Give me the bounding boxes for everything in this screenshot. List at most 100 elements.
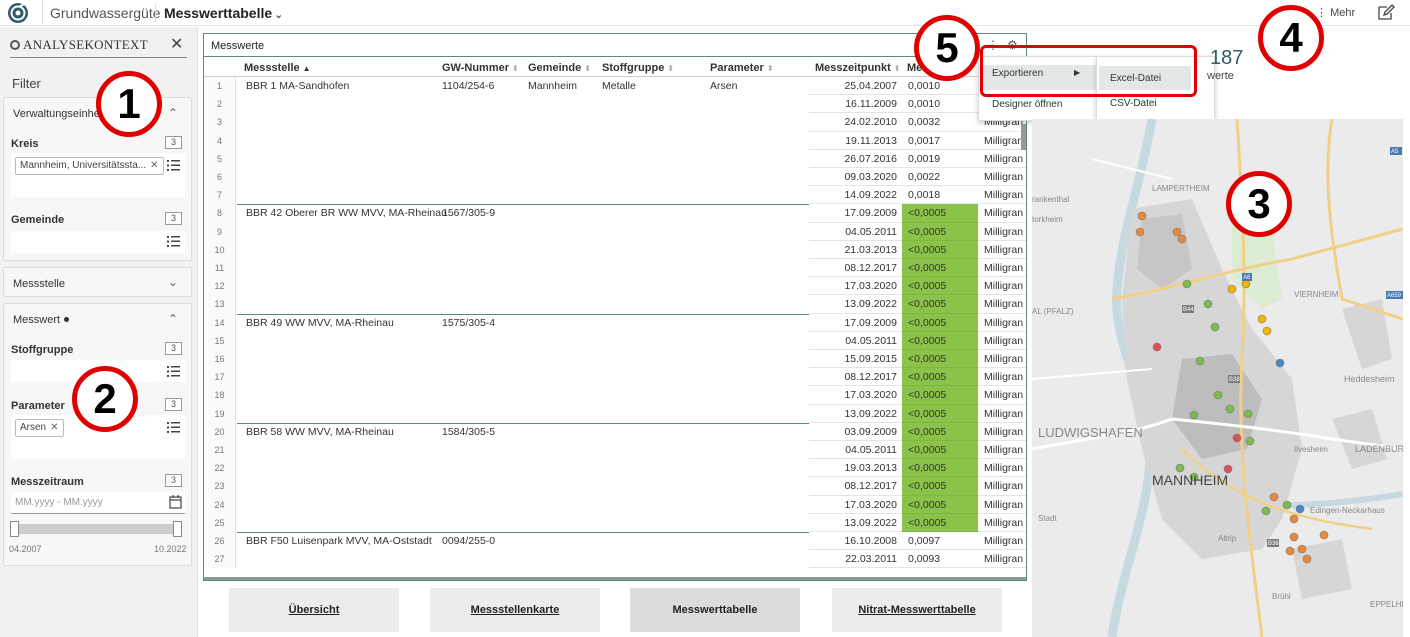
column-header-stoffgruppe[interactable]: Stoffgruppe ⬍ xyxy=(602,62,674,74)
summary-label: werte xyxy=(1207,70,1234,82)
kreis-select[interactable]: Mannheim, Universitätssta... ✕ xyxy=(11,153,185,197)
nav-nitrat-button[interactable]: Nitrat-Messwerttabelle xyxy=(832,588,1002,632)
column-header-parameter[interactable]: Parameter ⬍ xyxy=(710,62,774,74)
row-number: 27 xyxy=(204,550,236,569)
gemeinde-select[interactable] xyxy=(11,231,185,253)
edit-icon[interactable] xyxy=(1377,4,1395,22)
chevron-down-icon[interactable]: ⌄ xyxy=(168,275,178,289)
table-row[interactable]: 11 08.12.2017 <0,0005 Milligran xyxy=(204,259,1026,278)
table-row[interactable]: 125.04.20070,0010MilligranBBR 1 MA-Sandh… xyxy=(204,77,1026,96)
table-row[interactable]: 21 04.05.2011 <0,0005 Milligran xyxy=(204,441,1026,460)
list-icon[interactable] xyxy=(167,366,180,377)
cell-messwert: <0,0005 xyxy=(902,259,978,278)
column-header-gw-nummer[interactable]: GW-Nummer ⬍ xyxy=(442,62,519,74)
cell-einheit: Milligran xyxy=(978,132,1026,150)
horizontal-scrollbar[interactable] xyxy=(204,577,1026,580)
remove-icon[interactable]: ✕ xyxy=(50,422,58,433)
table-row[interactable]: 17 08.12.2017 <0,0005 Milligran xyxy=(204,368,1026,387)
map-label-torkheim: torkheim xyxy=(1032,215,1063,224)
app-logo-icon[interactable] xyxy=(7,2,29,24)
map-road-b36: B36 xyxy=(1268,541,1279,547)
table-row[interactable]: 26 16.10.2008 0,0097 Milligran BBR F50 Luise… xyxy=(204,532,1026,551)
cell-messzeitpunkt: 26.07.2016 xyxy=(809,150,902,168)
cell-einheit: Milligran xyxy=(978,405,1026,423)
cell-messwert: <0,0005 xyxy=(902,513,978,532)
date-range-slider[interactable] xyxy=(10,521,182,537)
cell-messwert: <0,0005 xyxy=(902,422,978,441)
map-label-ladenburg: LADENBUR xyxy=(1355,444,1403,454)
more-menu-button[interactable]: ⋮ Mehr xyxy=(1316,6,1355,19)
monitoring-map[interactable]: LAMPERTHEIM VIERNHEIM Heddesheim LUDWIGS… xyxy=(1032,119,1403,637)
annotation-1: 1 xyxy=(96,71,162,137)
table-row[interactable]: 24 17.03.2020 <0,0005 Milligran xyxy=(204,495,1026,514)
panel-title: ANALYSEKONTEXT xyxy=(10,37,148,53)
list-icon[interactable] xyxy=(167,422,180,433)
map-label-heddesheim: Heddesheim xyxy=(1344,374,1395,384)
row-number: 16 xyxy=(204,350,236,369)
table-row[interactable]: 22 19.03.2013 <0,0005 Milligran xyxy=(204,459,1026,478)
slider-handle-end[interactable] xyxy=(173,521,182,537)
table-row[interactable]: 6 09.03.2020 0,0022 Milligran xyxy=(204,168,1026,187)
chevron-up-icon[interactable]: ⌃ xyxy=(168,312,178,326)
slider-handle-start[interactable] xyxy=(10,521,19,537)
column-header-messstelle[interactable]: Messstelle ▲ xyxy=(244,62,311,74)
table-row[interactable]: 15 04.05.2011 <0,0005 Milligran xyxy=(204,331,1026,350)
cell-gw-nummer: 1567/305-9 xyxy=(442,207,496,220)
cell-messwert: <0,0005 xyxy=(902,295,978,314)
app-title[interactable]: Grundwassergüte xyxy=(50,5,161,21)
nav-messwerttabelle-button[interactable]: Messwerttabelle xyxy=(630,588,800,632)
menu-item-designer[interactable]: Designer öffnen xyxy=(992,99,1062,110)
cell-messzeitpunkt: 03.09.2009 xyxy=(809,423,902,441)
cell-einheit: Milligran xyxy=(978,532,1026,551)
map-canvas[interactable]: LAMPERTHEIM VIERNHEIM Heddesheim LUDWIGS… xyxy=(1032,119,1403,637)
cell-messstelle: BBR 49 WW MVV, MA-Rheinau xyxy=(246,316,394,329)
chevron-up-icon[interactable]: ⌃ xyxy=(168,106,178,120)
cell-messstelle: BBR F50 Luisenpark MVV, MA-Oststadt xyxy=(246,535,432,547)
kreis-chip[interactable]: Mannheim, Universitätssta... ✕ xyxy=(15,157,164,175)
table-row[interactable]: 25 13.09.2022 <0,0005 Milligran xyxy=(204,513,1026,532)
table-row[interactable]: 19 13.09.2022 <0,0005 Milligran xyxy=(204,404,1026,423)
page-title: Messwerttabelle xyxy=(164,5,273,21)
menu-item-csv[interactable]: CSV-Datei xyxy=(1110,98,1157,109)
calendar-icon[interactable] xyxy=(169,495,182,509)
topbar-divider xyxy=(42,0,43,26)
nav-messstellenkarte-button[interactable]: Messstellenkarte xyxy=(430,588,600,632)
table-row[interactable]: 14 17.09.2009 <0,0005 Milligran BBR 49 WW MV… xyxy=(204,313,1026,332)
page-title-dropdown[interactable]: Messwerttabelle ⌄ xyxy=(164,5,283,21)
nav-uebersicht-button[interactable]: Übersicht xyxy=(229,588,399,632)
cell-einheit: Milligran xyxy=(978,423,1026,441)
map-label-ludwigshafen: LUDWIGSHAFEN xyxy=(1038,425,1143,440)
cell-gemeinde: Mannheim xyxy=(528,80,578,92)
cell-messwert: 0,0022 xyxy=(902,168,978,187)
table-row[interactable]: 216.11.20090,0010Milligran xyxy=(204,95,1026,114)
table-row[interactable]: 5 26.07.2016 0,0019 Milligran xyxy=(204,149,1026,168)
table-row[interactable]: 18 17.03.2020 <0,0005 Milligran xyxy=(204,386,1026,405)
column-header-gemeinde[interactable]: Gemeinde ⬍ xyxy=(528,62,591,74)
table-row[interactable]: 23 08.12.2017 <0,0005 Milligran xyxy=(204,477,1026,496)
parameter-chip[interactable]: Arsen ✕ xyxy=(15,419,64,437)
list-icon[interactable] xyxy=(167,236,180,247)
list-icon[interactable] xyxy=(167,160,180,171)
table-row[interactable]: 9 04.05.2011 <0,0005 Milligran xyxy=(204,222,1026,241)
table-row[interactable]: 3 24.02.2010 0,0032 Milligran xyxy=(204,113,1026,132)
close-icon[interactable]: ✕ xyxy=(170,34,183,54)
table-row[interactable]: 7 14.09.2022 0,0018 Milligran xyxy=(204,186,1026,205)
parameter-label: Parameter xyxy=(11,400,65,412)
table-row[interactable]: 4 19.11.2013 0,0017 Milligran xyxy=(204,131,1026,150)
column-header-messzeitpunkt[interactable]: Messzeitpunkt ⬍ xyxy=(815,62,901,74)
cell-messwert: <0,0005 xyxy=(902,477,978,496)
table-row[interactable]: 10 21.03.2013 <0,0005 Milligran xyxy=(204,240,1026,259)
sort-icon: ⬍ xyxy=(893,64,901,73)
table-row[interactable]: 20 03.09.2009 <0,0005 Milligran BBR 58 WW MV… xyxy=(204,422,1026,441)
row-number: 22 xyxy=(204,459,236,478)
table-row[interactable]: 12 17.03.2020 <0,0005 Milligran xyxy=(204,277,1026,296)
row-number: 14 xyxy=(204,313,236,332)
messstelle-card[interactable]: Messstelle ⌄ xyxy=(3,267,192,297)
table-row[interactable]: 13 13.09.2022 <0,0005 Milligran xyxy=(204,295,1026,314)
messzeitraum-input[interactable]: MM.yyyy - MM.yyyy xyxy=(11,492,185,514)
table-row[interactable]: 16 15.09.2015 <0,0005 Milligran xyxy=(204,350,1026,369)
vertical-scrollbar[interactable] xyxy=(1021,124,1026,150)
table-row[interactable]: 8 17.09.2009 <0,0005 Milligran BBR 42 Oberer… xyxy=(204,204,1026,223)
remove-icon[interactable]: ✕ xyxy=(150,160,158,171)
table-row[interactable]: 27 22.03.2011 0,0093 Milligran xyxy=(204,550,1026,569)
